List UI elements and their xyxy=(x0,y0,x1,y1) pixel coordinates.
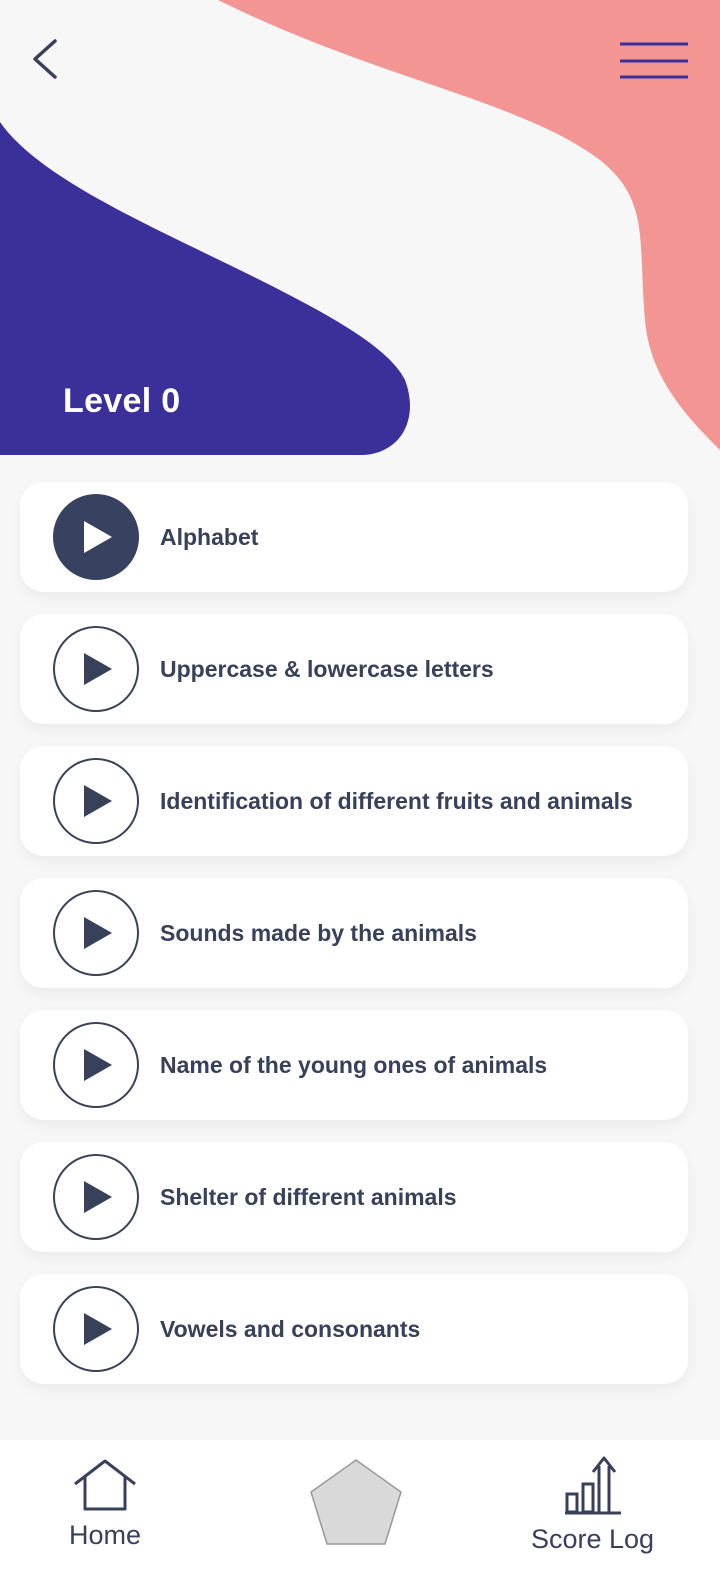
lesson-label: Alphabet xyxy=(160,523,259,550)
nav-home-label: Home xyxy=(68,1520,142,1550)
lesson-list: Alphabet Uppercase & lowercase letters I… xyxy=(20,482,688,1406)
play-icon xyxy=(84,785,112,817)
play-icon xyxy=(84,917,112,949)
lesson-card-uppercase-lowercase[interactable]: Uppercase & lowercase letters xyxy=(20,614,688,724)
chevron-left-icon xyxy=(33,39,57,79)
lesson-card-alphabet[interactable]: Alphabet xyxy=(20,482,688,592)
play-button[interactable] xyxy=(53,1154,139,1240)
play-icon xyxy=(84,1181,112,1213)
lesson-card-animal-shelter[interactable]: Shelter of different animals xyxy=(20,1142,688,1252)
lesson-label: Identification of different fruits and a… xyxy=(160,787,633,814)
lesson-label: Uppercase & lowercase letters xyxy=(160,655,494,682)
play-icon xyxy=(84,1313,112,1345)
pentagon-icon xyxy=(310,1459,402,1545)
play-button[interactable] xyxy=(53,1286,139,1372)
lesson-card-fruits-animals[interactable]: Identification of different fruits and a… xyxy=(20,746,688,856)
back-button[interactable] xyxy=(22,34,66,84)
lesson-label: Name of the young ones of animals xyxy=(160,1051,548,1078)
nav-center-button[interactable] xyxy=(308,1458,404,1548)
lesson-label: Vowels and consonants xyxy=(160,1315,421,1342)
lesson-label: Sounds made by the animals xyxy=(160,919,477,946)
home-icon xyxy=(74,1459,136,1511)
play-button[interactable] xyxy=(53,758,139,844)
nav-score-label: Score Log xyxy=(530,1524,655,1554)
lesson-card-young-animals[interactable]: Name of the young ones of animals xyxy=(20,1010,688,1120)
play-button[interactable] xyxy=(53,1022,139,1108)
play-icon xyxy=(84,1049,112,1081)
level-title: Level 0 xyxy=(63,382,181,420)
bottom-nav: Home Score Log xyxy=(0,1440,720,1590)
lesson-label: Shelter of different animals xyxy=(160,1183,457,1210)
menu-button[interactable] xyxy=(620,36,692,86)
purple-wave-shape xyxy=(0,122,410,455)
nav-home[interactable]: Home xyxy=(55,1458,155,1551)
bar-chart-up-icon xyxy=(564,1456,621,1515)
nav-score-log[interactable]: Score Log xyxy=(520,1456,665,1555)
hamburger-menu-icon xyxy=(620,42,688,79)
play-icon xyxy=(84,653,112,685)
play-button[interactable] xyxy=(53,890,139,976)
lesson-card-animal-sounds[interactable]: Sounds made by the animals xyxy=(20,878,688,988)
play-button[interactable] xyxy=(53,626,139,712)
lesson-card-vowels-consonants[interactable]: Vowels and consonants xyxy=(20,1274,688,1384)
play-icon xyxy=(84,521,112,553)
play-button[interactable] xyxy=(53,494,139,580)
